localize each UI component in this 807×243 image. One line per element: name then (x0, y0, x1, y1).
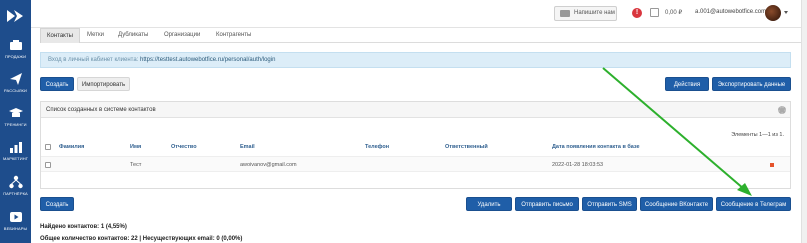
sidebar-item-label: ПАРТНЁРКА (3, 191, 28, 196)
delete-button[interactable]: Удалить (466, 197, 512, 211)
table-row[interactable]: Тест awoivanov@gmail.com 2022-01-28 18:0… (41, 156, 790, 172)
sidebar-item-mailings[interactable]: РАССЫЛКИ (0, 72, 31, 102)
vk-message-button[interactable]: Сообщение ВКонтакте (640, 197, 713, 211)
play-icon (9, 212, 22, 222)
telegram-message-button[interactable]: Сообщение в Телеграм (716, 197, 791, 211)
client-login-link[interactable]: https://testtest.autowebotfice.ru/person… (140, 57, 275, 63)
panel-title: Список созданных в системе контактов (46, 107, 156, 113)
sidebar-item-label: ТРЕНИНГИ (4, 122, 27, 127)
bar-chart-icon (9, 40, 22, 50)
chart-bars-icon (9, 142, 22, 153)
cell-first-name: Тест (130, 162, 142, 168)
sidebar-item-sales[interactable]: ПРОДАЖИ (0, 38, 31, 68)
column-email[interactable]: Email (240, 141, 255, 153)
tab-counterparties[interactable]: Контрагенты (210, 28, 257, 43)
cell-date-added: 2022-01-28 18:03:53 (552, 162, 604, 168)
tab-duplicates[interactable]: Дубликаты (112, 28, 154, 43)
row-checkbox[interactable] (45, 162, 51, 168)
sidebar-item-label: ПРОДАЖИ (4, 54, 27, 59)
chat-icon (560, 10, 570, 17)
tab-tags[interactable]: Метки (81, 28, 110, 43)
sidebar-item-trainings[interactable]: ТРЕНИНГИ (0, 106, 31, 136)
avatar[interactable] (765, 5, 781, 21)
column-last-name[interactable]: Фамилия (59, 141, 84, 153)
sidebar-item-label: МАРКЕТИНГ (3, 156, 28, 161)
page-scrollbar[interactable] (801, 0, 807, 243)
info-prefix: Вход в личный кабинет клиента: (48, 57, 141, 63)
chevron-down-icon[interactable] (784, 11, 788, 14)
column-date-added[interactable]: Дата появления контакта в базе (552, 141, 640, 153)
top-bar: Напишите нам ! 0,00 ₽ a.001@autowebotfic… (31, 0, 801, 28)
sidebar-item-partners[interactable]: ПАРТНЁРКА (0, 175, 31, 205)
write-us-button[interactable]: Напишите нам (554, 6, 617, 21)
user-email[interactable]: a.001@autowebotfice.com (695, 9, 766, 15)
sidebar-item-label: РАССЫЛКИ (4, 88, 27, 93)
create-button[interactable]: Создать (40, 77, 74, 91)
gear-icon[interactable] (778, 106, 786, 114)
column-phone[interactable]: Телефон (365, 141, 389, 153)
graduation-cap-icon (8, 108, 23, 117)
create-button-bottom[interactable]: Создать (40, 197, 74, 211)
cell-email: awoivanov@gmail.com (240, 162, 297, 168)
people-network-icon (8, 175, 23, 189)
tab-bar: Контакты Метки Дубликаты Организации Кон… (40, 28, 801, 43)
sidebar-item-marketing[interactable]: МАРКЕТИНГ (0, 140, 31, 170)
wallet-icon[interactable] (650, 8, 659, 17)
pager-summary: Элементы 1—1 из 1. (731, 132, 784, 138)
tab-organizations[interactable]: Организации (158, 28, 206, 43)
client-login-info: Вход в личный кабинет клиента: https://t… (40, 52, 791, 68)
sidebar-item-webinars[interactable]: ВЕБИНАРЫ (0, 210, 31, 240)
delete-row-icon[interactable] (770, 163, 774, 167)
found-contacts: Найдено контактов: 1 (4,55%) (40, 224, 127, 230)
send-sms-button[interactable]: Отправить SMS (582, 197, 637, 211)
logo-icon[interactable] (6, 8, 25, 24)
export-button[interactable]: Экспортировать данные (712, 77, 791, 91)
balance[interactable]: 0,00 ₽ (665, 9, 682, 16)
paper-plane-icon (9, 73, 22, 85)
send-email-button[interactable]: Отправить письмо (515, 197, 579, 211)
select-all-checkbox[interactable] (45, 144, 51, 150)
sidebar: ПРОДАЖИ РАССЫЛКИ ТРЕНИНГИ МАРКЕТИНГ ПАРТ… (0, 0, 31, 243)
panel-header: Список созданных в системе контактов (41, 102, 790, 118)
sidebar-item-label: ВЕБИНАРЫ (3, 226, 28, 231)
total-contacts: Общее количество контактов: 22 | Несущес… (40, 236, 243, 242)
alert-icon[interactable]: ! (632, 8, 642, 18)
actions-button[interactable]: Действия (665, 77, 709, 91)
import-button[interactable]: Импортировать (77, 77, 130, 91)
write-us-label: Напишите нам (574, 10, 615, 16)
table-header: Фамилия Имя Отчество Email Телефон Ответ… (41, 141, 790, 153)
column-middle-name[interactable]: Отчество (171, 141, 197, 153)
contacts-panel: Список созданных в системе контактов Эле… (40, 101, 791, 189)
column-first-name[interactable]: Имя (130, 141, 141, 153)
column-owner[interactable]: Ответственный (445, 141, 488, 153)
tab-contacts[interactable]: Контакты (40, 28, 80, 43)
